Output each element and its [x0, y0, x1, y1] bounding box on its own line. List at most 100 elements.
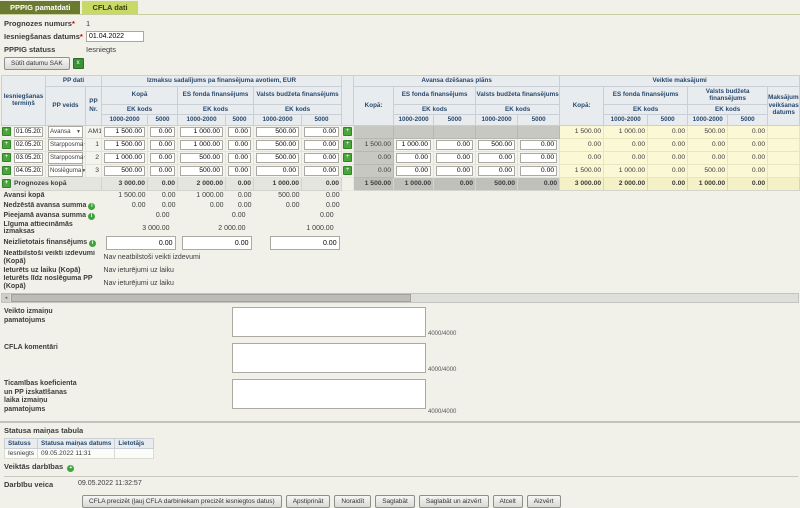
column-header	[342, 76, 354, 126]
row-action-icon[interactable]: +	[343, 166, 352, 175]
pp-nr: 1	[86, 138, 102, 151]
izmaksu-input[interactable]	[180, 127, 223, 137]
avansa-input[interactable]	[478, 140, 515, 150]
pp-veids-select[interactable]: Noslēguma▼	[48, 165, 83, 177]
pp-veids-select[interactable]: Starpposma▼	[48, 152, 83, 164]
avansa-input[interactable]	[396, 153, 431, 163]
add-row-icon[interactable]: +	[2, 140, 11, 149]
izmaksu-input[interactable]	[256, 166, 299, 176]
noraidit-button[interactable]: Noraidīt	[334, 495, 371, 508]
blocked-cell	[518, 125, 560, 138]
pp-veids-select[interactable]: Starpposma▼	[48, 139, 83, 151]
pp-nr: AM1	[86, 125, 102, 138]
neizlietotais-finansejums-input[interactable]	[270, 236, 340, 250]
iesniegsanas-termins-input[interactable]	[14, 153, 43, 163]
avansa-input[interactable]	[436, 153, 473, 163]
veiktie-cell: 0.00	[560, 138, 604, 151]
ticamibas-koeficienta-label: Ticamības koeficienta un PP izskatīšanas…	[4, 379, 232, 415]
avansa-input[interactable]	[520, 166, 557, 176]
ticamibas-koeficienta-textarea[interactable]	[232, 379, 426, 409]
avansa-input[interactable]	[436, 166, 473, 176]
izmaksu-input[interactable]	[150, 127, 175, 137]
veiktie-cell: 0.00	[648, 138, 688, 151]
prognozes-numurs-value: 1	[86, 19, 90, 28]
summary-text: Nav ieturējumi uz laiku	[102, 265, 342, 275]
column-header: ES fonda finansējums	[604, 86, 688, 104]
scrollbar-thumb[interactable]	[11, 294, 411, 302]
summary-row: Avansi kopā1 500.000.001 000.000.00500.0…	[2, 190, 800, 201]
izmaksu-input[interactable]	[256, 127, 299, 137]
column-header: 1000-2000	[254, 115, 302, 126]
cfla-komentari-textarea[interactable]	[232, 343, 426, 373]
izmaksu-input[interactable]	[150, 140, 175, 150]
izmaksu-input[interactable]	[104, 127, 145, 137]
neizlietotais-finansejums-input[interactable]	[182, 236, 252, 250]
izmaksu-input[interactable]	[304, 127, 339, 137]
row-action-icon[interactable]: +	[343, 153, 352, 162]
izmaksu-input[interactable]	[104, 140, 145, 150]
avansa-input[interactable]	[478, 166, 515, 176]
veiktie-cell: 0.00	[648, 151, 688, 164]
pp-veids-select[interactable]: Avansa▼	[48, 126, 83, 138]
column-header: 1000-2000	[604, 115, 648, 126]
iesniegsanas-termins-input[interactable]	[14, 140, 43, 150]
izmaksu-input[interactable]	[256, 140, 299, 150]
avansa-input[interactable]	[478, 153, 515, 163]
char-counter: 4000/4000	[428, 367, 456, 373]
izmaksu-input[interactable]	[104, 153, 145, 163]
sutit-datumu-sak-button[interactable]: Sūtīt datumu SAK	[4, 57, 70, 70]
column-header: Kopā:	[560, 86, 604, 125]
izmaksu-input[interactable]	[150, 153, 175, 163]
saglabat-button[interactable]: Saglabāt	[375, 495, 415, 508]
veiktas-darbibas-label: Veiktās darbības	[4, 462, 63, 471]
izmaksu-input[interactable]	[228, 140, 251, 150]
row-action-icon[interactable]: +	[343, 140, 352, 149]
izmaksu-input[interactable]	[104, 166, 145, 176]
add-row-icon[interactable]: +	[2, 127, 11, 136]
scroll-left-arrow-icon[interactable]: ◂	[2, 294, 10, 302]
tab-cfla-dati[interactable]: CFLA dati	[82, 1, 137, 14]
avansa-input[interactable]	[396, 140, 431, 150]
column-header: 5000	[434, 115, 476, 126]
izmaksu-input[interactable]	[228, 153, 251, 163]
iesniegsanas-termins-input[interactable]	[14, 166, 43, 176]
iesniegsanas-datums-input[interactable]	[86, 31, 144, 42]
column-header: 5000	[518, 115, 560, 126]
izmaksu-input[interactable]	[256, 153, 299, 163]
expand-actions-icon[interactable]: +	[67, 465, 74, 472]
izmaksu-input[interactable]	[304, 140, 339, 150]
avansa-kopa-cell: 0.00	[354, 164, 394, 177]
tab-pppig-pamatdati[interactable]: PPPIG pamatdati	[0, 1, 80, 14]
izmaksu-input[interactable]	[150, 166, 175, 176]
avansa-input[interactable]	[520, 153, 557, 163]
apstiprinat-button[interactable]: Apstiprināt	[286, 495, 331, 508]
avansa-input[interactable]	[436, 140, 473, 150]
iesniegsanas-termins-input[interactable]	[14, 127, 43, 137]
neizlietotais-finansejums-input[interactable]	[106, 236, 176, 250]
cfla-precizet-button[interactable]: CFLA precizēt (ļauj CFLA darbiniekam pre…	[82, 495, 282, 508]
izmaksu-input[interactable]	[228, 127, 251, 137]
statusa-mainas-tabula-title: Statusa maiņas tabula	[4, 426, 800, 435]
atcelt-button[interactable]: Atcelt	[493, 495, 523, 508]
izmaksu-input[interactable]	[304, 153, 339, 163]
add-row-icon[interactable]: +	[2, 166, 11, 175]
add-row-icon[interactable]: +	[2, 153, 11, 162]
row-action-icon[interactable]: +	[343, 127, 352, 136]
izmaksu-input[interactable]	[304, 166, 339, 176]
avansa-input[interactable]	[520, 140, 557, 150]
totals-label: Prognozes kopā	[12, 177, 102, 190]
avansa-input[interactable]	[396, 166, 431, 176]
aizvert-button[interactable]: Aizvērt	[527, 495, 561, 508]
add-row-icon[interactable]: +	[2, 179, 11, 188]
pp-nr: 3	[86, 164, 102, 177]
excel-export-icon[interactable]: x	[73, 58, 84, 69]
horizontal-scrollbar[interactable]: ◂	[1, 293, 799, 303]
izmaksu-input[interactable]	[228, 166, 251, 176]
izmaksu-input[interactable]	[180, 153, 223, 163]
summary-label: Līguma attiecināmās izmaksas	[2, 221, 102, 236]
saglabat-un-aizvert-button[interactable]: Saglabāt un aizvērt	[419, 495, 489, 508]
darbibu-veica-label: Darbību veica	[4, 480, 78, 489]
izmaksu-input[interactable]	[180, 140, 223, 150]
izmaksu-input[interactable]	[180, 166, 223, 176]
veikto-izmainu-pamatojums-textarea[interactable]	[232, 307, 426, 337]
